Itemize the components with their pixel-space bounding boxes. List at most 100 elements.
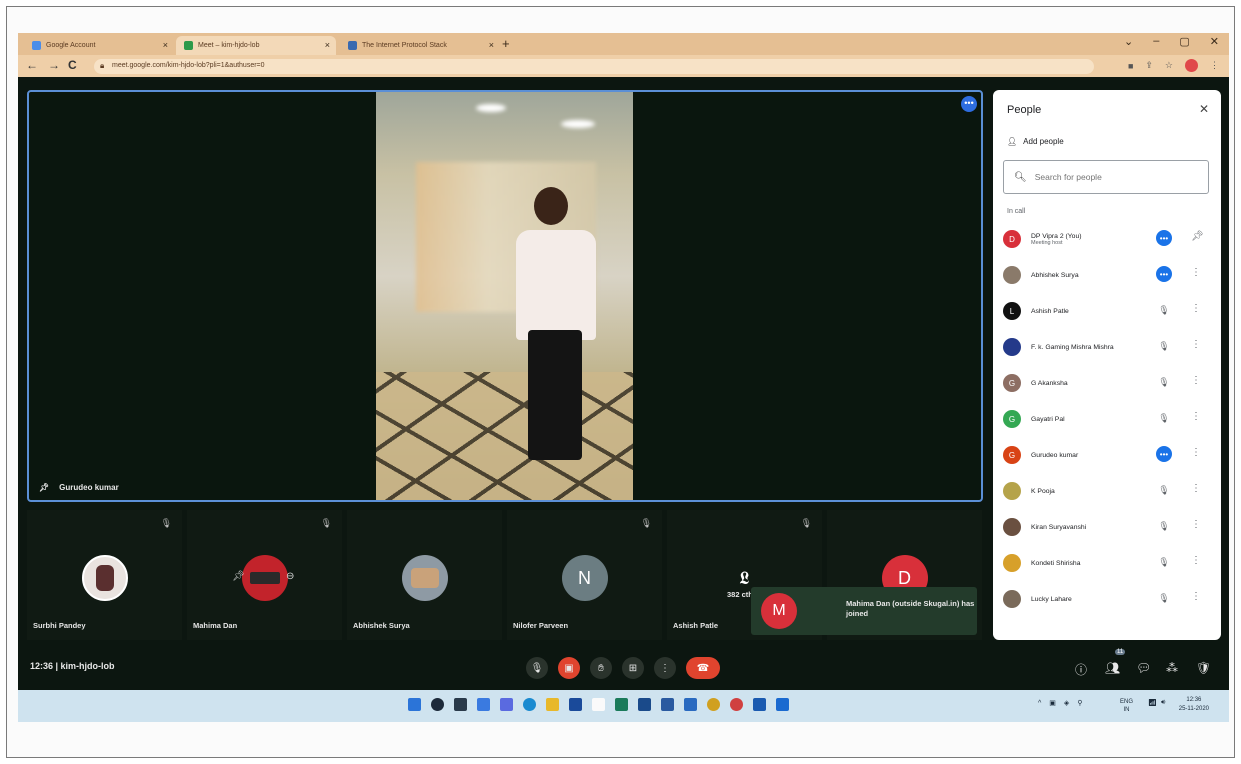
- participant-tile[interactable]: 🎙︎ N Nilofer Parveen: [507, 510, 662, 640]
- kebab-icon[interactable]: ⋮: [1191, 519, 1201, 530]
- task-view-icon[interactable]: [454, 698, 467, 711]
- kebab-icon[interactable]: ⋮: [1191, 555, 1201, 566]
- close-icon[interactable]: ✕: [1199, 102, 1209, 116]
- profile-avatar[interactable]: [1185, 59, 1198, 72]
- add-people-button[interactable]: 👤︎ Add people: [1007, 137, 1064, 146]
- tray-icon[interactable]: ⚲: [1077, 699, 1082, 707]
- pin-icon[interactable]: 📌︎: [1191, 231, 1204, 242]
- app-icon[interactable]: [776, 698, 789, 711]
- kebab-icon[interactable]: ⋮: [1191, 483, 1201, 494]
- share-icon[interactable]: ⇪: [1145, 60, 1153, 71]
- more-icon[interactable]: •••: [1156, 446, 1172, 462]
- app-icon[interactable]: [638, 698, 651, 711]
- taskbar-clock[interactable]: 12:36 25-11-2020: [1179, 696, 1209, 714]
- tab-close-icon[interactable]: ×: [163, 40, 168, 50]
- mic-muted-icon[interactable]: 🎙︎: [1156, 410, 1172, 426]
- more-icon[interactable]: •••: [1156, 230, 1172, 246]
- word-icon[interactable]: [753, 698, 766, 711]
- forward-arrow-icon[interactable]: →: [48, 58, 60, 72]
- new-tab-button[interactable]: +: [502, 36, 510, 51]
- mic-muted-icon[interactable]: 🎙︎: [1156, 302, 1172, 318]
- kebab-icon[interactable]: ⋮: [1191, 339, 1201, 350]
- store-icon[interactable]: [569, 698, 582, 711]
- wifi-icon[interactable]: 📶︎: [1148, 699, 1157, 707]
- pin-icon[interactable]: 📌︎: [232, 571, 245, 582]
- mic-muted-icon[interactable]: 🎙︎: [1156, 338, 1172, 354]
- tab-google-account[interactable]: Google Account ×: [24, 36, 174, 55]
- tab-close-icon[interactable]: ×: [325, 40, 330, 50]
- camera-indicator-icon[interactable]: ■: [1128, 61, 1133, 71]
- search-people-field[interactable]: 🔍︎: [1003, 160, 1209, 194]
- people-icon[interactable]: 👥︎: [1105, 661, 1120, 675]
- tile-more-icon[interactable]: •••: [961, 96, 977, 112]
- leave-call-button[interactable]: ☎︎: [686, 657, 720, 679]
- kebab-icon[interactable]: ⋮: [1191, 411, 1201, 422]
- tab-search-icon[interactable]: ⌄: [1124, 35, 1133, 48]
- search-icon[interactable]: [431, 698, 444, 711]
- participant-tile[interactable]: 🎙︎ Surbhi Pandey: [27, 510, 182, 640]
- language-indicator[interactable]: ENG IN: [1120, 698, 1133, 714]
- app-icon[interactable]: [592, 698, 605, 711]
- person-row[interactable]: F. k. Gaming Mishra Mishra 🎙︎ ⋮: [1003, 332, 1213, 362]
- mic-muted-icon[interactable]: 🎙︎: [1156, 518, 1172, 534]
- person-row[interactable]: Lucky Lahare 🎙︎ ⋮: [1003, 584, 1213, 614]
- mic-muted-icon[interactable]: 🎙︎: [1156, 554, 1172, 570]
- person-row[interactable]: Kondeti Shirisha 🎙︎ ⋮: [1003, 548, 1213, 578]
- mail-icon[interactable]: [684, 698, 697, 711]
- tray-icon[interactable]: ▣: [1049, 699, 1056, 707]
- tab-meet[interactable]: Meet – kim-hjdo-lob ×: [176, 36, 336, 55]
- person-row[interactable]: L Ashish Patle 🎙︎ ⋮: [1003, 296, 1213, 326]
- participant-tile[interactable]: 🎙︎ 📌︎ ⊖ Mahima Dan: [187, 510, 342, 640]
- person-row[interactable]: Abhishek Surya ••• ⋮: [1003, 260, 1213, 290]
- kebab-icon[interactable]: ⋮: [1191, 591, 1201, 602]
- tab-internet-protocol[interactable]: The Internet Protocol Stack ×: [340, 36, 500, 55]
- activities-icon[interactable]: ⁂: [1166, 661, 1178, 675]
- tray-icon[interactable]: ◈: [1064, 699, 1069, 707]
- mic-muted-icon[interactable]: 🎙︎: [1156, 374, 1172, 390]
- start-icon[interactable]: [408, 698, 421, 711]
- person-row[interactable]: D DP Vipra 2 (You) Meeting host ••• 📌︎: [1003, 224, 1213, 254]
- kebab-icon[interactable]: ⋮: [1191, 447, 1201, 458]
- person-row[interactable]: G G Akanksha 🎙︎ ⋮: [1003, 368, 1213, 398]
- chrome-profile-icon[interactable]: [730, 698, 743, 711]
- mic-muted-icon[interactable]: 🎙︎: [1156, 482, 1172, 498]
- tab-close-icon[interactable]: ×: [489, 40, 494, 50]
- file-explorer-icon[interactable]: [546, 698, 559, 711]
- present-screen-button[interactable]: ⊞: [622, 657, 644, 679]
- maximize-button[interactable]: ▢: [1179, 35, 1189, 48]
- kebab-icon[interactable]: ⋮: [1191, 267, 1201, 278]
- chat-icon[interactable]: 💬︎: [1136, 661, 1151, 675]
- reload-icon[interactable]: C: [68, 58, 77, 72]
- more-options-button[interactable]: ⋮: [654, 657, 676, 679]
- volume-icon[interactable]: 🔊︎: [1161, 699, 1165, 707]
- back-arrow-icon[interactable]: ←: [26, 58, 38, 72]
- search-input[interactable]: [1034, 172, 1195, 182]
- participant-tile[interactable]: Abhishek Surya: [347, 510, 502, 640]
- mic-muted-icon[interactable]: 🎙︎: [1156, 590, 1172, 606]
- kebab-icon[interactable]: ⋮: [1191, 375, 1201, 386]
- main-video-tile[interactable]: ••• 📌︎ Gurudeo kumar: [27, 90, 983, 502]
- person-row[interactable]: K Pooja 🎙︎ ⋮: [1003, 476, 1213, 506]
- chat-app-icon[interactable]: [500, 698, 513, 711]
- menu-kebab-icon[interactable]: ⋮: [1210, 60, 1219, 71]
- url-field[interactable]: 🔒︎ meet.google.com/kim-hjdo-lob?pli=1&au…: [94, 59, 1094, 74]
- remove-icon[interactable]: ⊖: [286, 571, 294, 582]
- chevron-up-icon[interactable]: ^: [1038, 700, 1041, 707]
- edge-icon[interactable]: [523, 698, 536, 711]
- dropbox-icon[interactable]: [661, 698, 674, 711]
- app-icon[interactable]: [615, 698, 628, 711]
- person-row[interactable]: Kiran Suryavanshi 🎙︎ ⋮: [1003, 512, 1213, 542]
- close-window-button[interactable]: ✕: [1210, 35, 1219, 48]
- kebab-icon[interactable]: ⋮: [1191, 303, 1201, 314]
- meeting-details-icon[interactable]: ⓘ: [1075, 661, 1087, 678]
- chrome-icon[interactable]: [707, 698, 720, 711]
- person-row[interactable]: G Gurudeo kumar ••• ⋮: [1003, 440, 1213, 470]
- raise-hand-button[interactable]: ✋︎: [590, 657, 612, 679]
- more-icon[interactable]: •••: [1156, 266, 1172, 282]
- microphone-button[interactable]: 🎙︎: [526, 657, 548, 679]
- widgets-icon[interactable]: [477, 698, 490, 711]
- star-icon[interactable]: ☆: [1165, 60, 1173, 71]
- host-controls-icon[interactable]: 🛡︎: [1196, 661, 1211, 675]
- person-row[interactable]: G Gayatri Pal 🎙︎ ⋮: [1003, 404, 1213, 434]
- minimize-button[interactable]: –: [1153, 35, 1159, 48]
